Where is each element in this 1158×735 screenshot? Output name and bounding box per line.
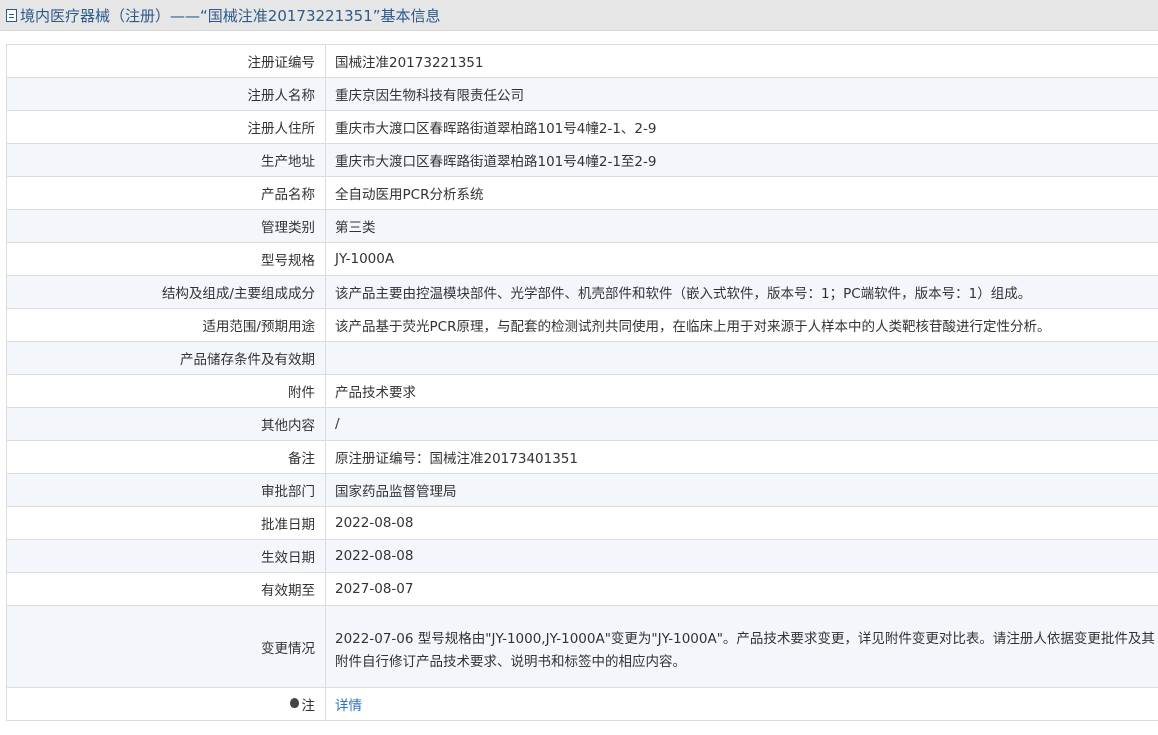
row-value: 产品技术要求	[325, 374, 1158, 408]
document-icon	[6, 8, 17, 22]
table-row: 审批部门 国家药品监督管理局	[6, 473, 1158, 507]
row-label: 审批部门	[6, 473, 326, 507]
table-row: 产品储存条件及有效期	[6, 341, 1158, 375]
table-row: 型号规格 JY-1000A	[6, 242, 1158, 276]
row-label: 产品名称	[6, 176, 326, 210]
row-value: /	[325, 407, 1158, 441]
table-row: 管理类别 第三类	[6, 209, 1158, 243]
page-title: 境内医疗器械（注册）——“国械注准20173221351”基本信息	[20, 6, 441, 25]
lightbulb-icon	[289, 698, 299, 708]
table-row: 其他内容 /	[6, 407, 1158, 441]
table-row: 生效日期 2022-08-08	[6, 539, 1158, 573]
row-value: 2022-07-06 型号规格由"JY-1000,JY-1000A"变更为"JY…	[325, 605, 1158, 688]
row-label: 生产地址	[6, 143, 326, 177]
row-label: 型号规格	[6, 242, 326, 276]
table-row: 注册人名称 重庆京因生物科技有限责任公司	[6, 77, 1158, 111]
row-value: JY-1000A	[325, 242, 1158, 276]
row-label: 变更情况	[6, 605, 326, 688]
row-value: 国家药品监督管理局	[325, 473, 1158, 507]
row-value: 2022-08-08	[325, 539, 1158, 573]
row-label: 注册人名称	[6, 77, 326, 111]
note-label-cell: 注	[6, 687, 326, 721]
row-label: 批准日期	[6, 506, 326, 540]
row-label: 附件	[6, 374, 326, 408]
row-label: 适用范围/预期用途	[6, 308, 326, 342]
row-label: 其他内容	[6, 407, 326, 441]
row-label: 管理类别	[6, 209, 326, 243]
details-link[interactable]: 详情	[335, 698, 362, 714]
row-value: 重庆京因生物科技有限责任公司	[325, 77, 1158, 111]
row-label: 生效日期	[6, 539, 326, 573]
note-value-cell: 详情	[325, 687, 1158, 721]
table-row: 注册证编号 国械注准20173221351	[6, 44, 1158, 78]
row-value: 2027-08-07	[325, 572, 1158, 606]
row-value: 原注册证编号：国械注准20173401351	[325, 440, 1158, 474]
table-row: 产品名称 全自动医用PCR分析系统	[6, 176, 1158, 210]
table-row: 有效期至 2027-08-07	[6, 572, 1158, 606]
table-row: 备注 原注册证编号：国械注准20173401351	[6, 440, 1158, 474]
table-row: 注册人住所 重庆市大渡口区春晖路街道翠柏路101号4幢2-1、2-9	[6, 110, 1158, 144]
table-row: 结构及组成/主要组成成分 该产品主要由控温模块部件、光学部件、机壳部件和软件（嵌…	[6, 275, 1158, 309]
row-value: 2022-08-08	[325, 506, 1158, 540]
row-label: 备注	[6, 440, 326, 474]
row-label: 结构及组成/主要组成成分	[6, 275, 326, 309]
info-table: 注册证编号 国械注准20173221351 注册人名称 重庆京因生物科技有限责任…	[6, 44, 1158, 721]
table-row: 生产地址 重庆市大渡口区春晖路街道翠柏路101号4幢2-1至2-9	[6, 143, 1158, 177]
row-value: 全自动医用PCR分析系统	[325, 176, 1158, 210]
note-row: 注 详情	[6, 687, 1158, 721]
table-row: 适用范围/预期用途 该产品基于荧光PCR原理，与配套的检测试剂共同使用，在临床上…	[6, 308, 1158, 342]
row-value: 国械注准20173221351	[325, 44, 1158, 78]
info-table-container: 注册证编号 国械注准20173221351 注册人名称 重庆京因生物科技有限责任…	[6, 44, 1158, 721]
row-value: 该产品主要由控温模块部件、光学部件、机壳部件和软件（嵌入式软件，版本号：1；PC…	[325, 275, 1158, 309]
row-value	[325, 341, 1158, 375]
table-row: 附件 产品技术要求	[6, 374, 1158, 408]
row-value: 第三类	[325, 209, 1158, 243]
row-label: 注册证编号	[6, 44, 326, 78]
row-value: 重庆市大渡口区春晖路街道翠柏路101号4幢2-1、2-9	[325, 110, 1158, 144]
row-value: 该产品基于荧光PCR原理，与配套的检测试剂共同使用，在临床上用于对来源于人样本中…	[325, 308, 1158, 342]
note-label: 注	[301, 698, 316, 714]
page-header: 境内医疗器械（注册）——“国械注准20173221351”基本信息	[0, 0, 1158, 31]
row-label: 产品储存条件及有效期	[6, 341, 326, 375]
table-row: 变更情况 2022-07-06 型号规格由"JY-1000,JY-1000A"变…	[6, 605, 1158, 688]
table-row: 批准日期 2022-08-08	[6, 506, 1158, 540]
row-label: 注册人住所	[6, 110, 326, 144]
row-label: 有效期至	[6, 572, 326, 606]
row-value: 重庆市大渡口区春晖路街道翠柏路101号4幢2-1至2-9	[325, 143, 1158, 177]
